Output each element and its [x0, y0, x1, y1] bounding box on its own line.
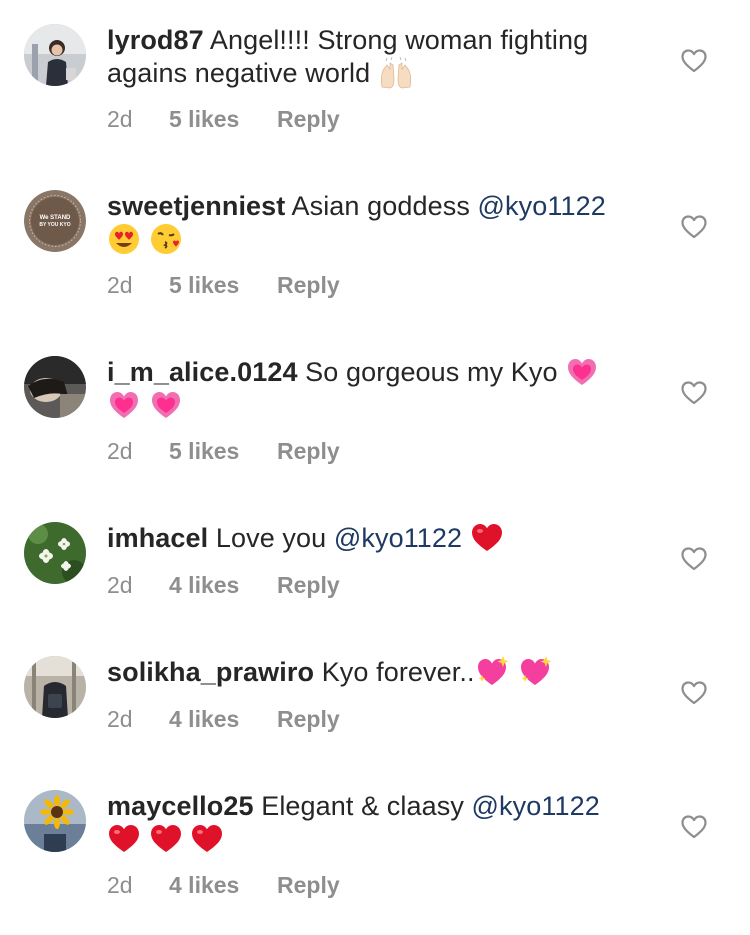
like-heart-icon[interactable]	[681, 815, 707, 839]
comment-body: Love you	[215, 523, 327, 553]
comment-time: 2d	[107, 438, 133, 464]
comment-meta: 2d 4 likes Reply	[107, 572, 340, 599]
comment-time: 2d	[107, 872, 133, 898]
comment-text: maycello25 Elegant & claasy @kyo1122	[107, 790, 647, 856]
reply-button[interactable]: Reply	[277, 706, 340, 733]
comment-likes[interactable]: 4 likes	[169, 872, 277, 899]
growing-heart-icon	[565, 355, 599, 389]
kissing-face-icon	[149, 222, 183, 256]
comment-likes[interactable]: 5 likes	[169, 106, 277, 133]
avatar[interactable]	[24, 356, 86, 418]
avatar-image	[24, 356, 86, 418]
comment-meta: 2d 4 likes Reply	[107, 706, 340, 733]
comment-username[interactable]: solikha_prawiro	[107, 657, 314, 687]
comment-username[interactable]: imhacel	[107, 523, 208, 553]
comment-likes[interactable]: 4 likes	[169, 572, 277, 599]
reply-button[interactable]: Reply	[277, 572, 340, 599]
avatar[interactable]: We STAND BY YOU KYO	[24, 190, 86, 252]
comment-username[interactable]: i_m_alice.0124	[107, 357, 298, 387]
comment-likes[interactable]: 5 likes	[169, 438, 277, 465]
mention-link[interactable]: @kyo1122	[472, 791, 600, 821]
avatar[interactable]	[24, 656, 86, 718]
comment-meta: 2d 4 likes Reply	[107, 872, 340, 899]
comment-text: solikha_prawiro Kyo forever..	[107, 655, 647, 689]
red-heart-icon	[149, 823, 183, 855]
heart-eyes-icon	[107, 222, 141, 256]
avatar-image	[24, 522, 86, 584]
mention-link[interactable]: @kyo1122	[334, 523, 462, 553]
avatar-image	[24, 656, 86, 718]
comment-meta: 2d 5 likes Reply	[107, 106, 340, 133]
comment-text: lyrod87 Angel!!!! Strong woman fighting …	[107, 24, 647, 90]
comment-text: i_m_alice.0124 So gorgeous my Kyo	[107, 356, 647, 422]
growing-heart-icon	[149, 388, 183, 422]
avatar[interactable]	[24, 24, 86, 86]
svg-text:BY YOU KYO: BY YOU KYO	[39, 222, 70, 228]
like-heart-icon[interactable]	[681, 215, 707, 239]
comment-body: So gorgeous my Kyo	[305, 357, 558, 387]
comment-time: 2d	[107, 272, 133, 298]
comment-time: 2d	[107, 572, 133, 598]
avatar[interactable]	[24, 790, 86, 852]
reply-button[interactable]: Reply	[277, 438, 340, 465]
like-heart-icon[interactable]	[681, 381, 707, 405]
reply-button[interactable]: Reply	[277, 272, 340, 299]
comment-body: Kyo forever..	[321, 657, 475, 687]
comment-time: 2d	[107, 706, 133, 732]
comment-body: Asian goddess	[291, 191, 470, 221]
comment-meta: 2d 5 likes Reply	[107, 272, 340, 299]
sparkling-heart-icon	[475, 655, 511, 689]
avatar-image: We STAND BY YOU KYO	[24, 190, 86, 252]
red-heart-icon	[107, 823, 141, 855]
avatar[interactable]	[24, 522, 86, 584]
sparkling-heart-icon	[518, 655, 554, 689]
like-heart-icon[interactable]	[681, 547, 707, 571]
comment-text: sweetjenniest Asian goddess @kyo1122	[107, 190, 647, 256]
comment-time: 2d	[107, 106, 133, 132]
avatar-image	[24, 790, 86, 852]
comment-text: imhacel Love you @kyo1122	[107, 522, 647, 555]
growing-heart-icon	[107, 388, 141, 422]
comment-username[interactable]: maycello25	[107, 791, 254, 821]
reply-button[interactable]: Reply	[277, 872, 340, 899]
mention-link[interactable]: @kyo1122	[478, 191, 606, 221]
like-heart-icon[interactable]	[681, 681, 707, 705]
comment-likes[interactable]: 5 likes	[169, 272, 277, 299]
comment-username[interactable]: sweetjenniest	[107, 191, 285, 221]
comment-username[interactable]: lyrod87	[107, 25, 204, 55]
red-heart-icon	[470, 522, 504, 554]
red-heart-icon	[190, 823, 224, 855]
comment-meta: 2d 5 likes Reply	[107, 438, 340, 465]
comment-likes[interactable]: 4 likes	[169, 706, 277, 733]
raising-hands-icon	[378, 56, 414, 89]
reply-button[interactable]: Reply	[277, 106, 340, 133]
avatar-image	[24, 24, 86, 86]
svg-text:We STAND: We STAND	[40, 215, 71, 221]
comment-body: Elegant & claasy	[261, 791, 464, 821]
like-heart-icon[interactable]	[681, 49, 707, 73]
